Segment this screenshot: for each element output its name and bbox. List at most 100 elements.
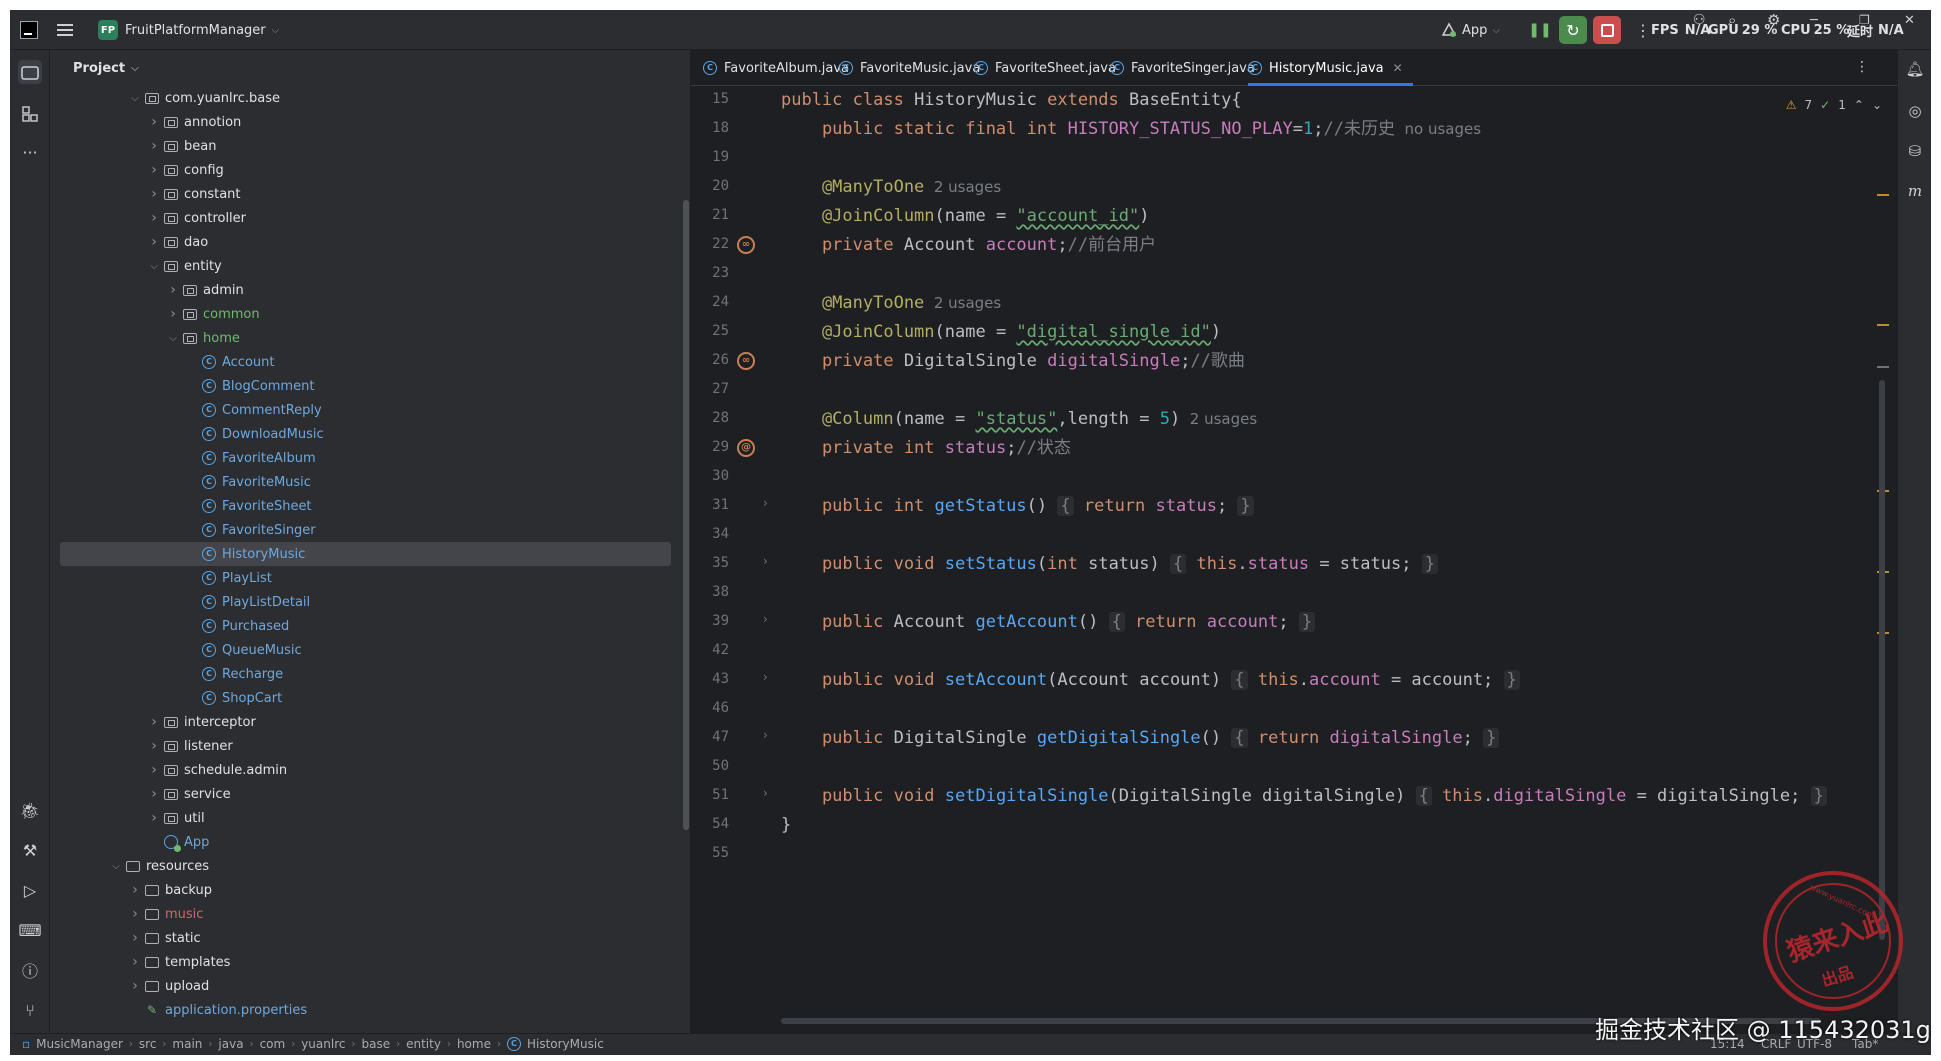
tree-item[interactable]: › music bbox=[60, 902, 671, 926]
tree-item[interactable]: › common bbox=[60, 302, 671, 326]
editor-tab[interactable]: C HistoryMusic.java ✕ bbox=[1248, 50, 1413, 86]
chevron-right-icon[interactable]: › bbox=[127, 954, 143, 970]
stop-button[interactable] bbox=[1593, 10, 1621, 50]
fold-chevron-icon[interactable]: › bbox=[763, 612, 768, 626]
line-number[interactable]: 47 bbox=[691, 729, 729, 745]
line-number[interactable]: 30 bbox=[691, 468, 729, 484]
chevron-right-icon[interactable]: › bbox=[146, 810, 162, 826]
chevron-right-icon[interactable]: › bbox=[146, 114, 162, 130]
fold-chevron-icon[interactable]: › bbox=[763, 670, 768, 684]
line-number[interactable]: 54 bbox=[691, 816, 729, 832]
line-number[interactable]: 50 bbox=[691, 758, 729, 774]
tree-item[interactable]: › controller bbox=[60, 206, 671, 230]
tree-item[interactable]: › util bbox=[60, 806, 671, 830]
run-tool-icon[interactable]: ▷ bbox=[18, 878, 42, 902]
database-icon[interactable]: ⛁ bbox=[1904, 140, 1926, 162]
tree-item[interactable]: › config bbox=[60, 158, 671, 182]
notifications-icon[interactable]: 🔔︎ bbox=[1904, 58, 1926, 80]
tree-item[interactable]: C BlogComment bbox=[60, 374, 671, 398]
project-scrollbar[interactable] bbox=[683, 200, 689, 830]
tree-item[interactable]: › backup bbox=[60, 878, 671, 902]
fold-chevron-icon[interactable]: › bbox=[763, 554, 768, 568]
fold-chevron-icon[interactable]: › bbox=[763, 496, 768, 510]
editor-tab[interactable]: C FavoriteMusic.java bbox=[839, 50, 990, 86]
warning-mark[interactable] bbox=[1877, 324, 1889, 326]
line-number[interactable]: 21 bbox=[691, 207, 729, 223]
tree-item[interactable]: C FavoriteSinger bbox=[60, 518, 671, 542]
chevron-right-icon[interactable]: › bbox=[146, 138, 162, 154]
line-number[interactable]: 22 bbox=[691, 236, 729, 252]
breadcrumb-item[interactable]: main bbox=[172, 1037, 202, 1051]
tree-item[interactable]: C QueueMusic bbox=[60, 638, 671, 662]
git-icon[interactable]: ⑂ bbox=[18, 998, 42, 1022]
line-number[interactable]: 43 bbox=[691, 671, 729, 687]
project-switcher[interactable]: FP FruitPlatformManager ⌵ bbox=[98, 10, 279, 50]
tree-item[interactable]: › listener bbox=[60, 734, 671, 758]
chevron-down-icon[interactable]: ⌵ bbox=[108, 861, 124, 872]
line-number[interactable]: 25 bbox=[691, 323, 729, 339]
tree-item[interactable]: C HistoryMusic bbox=[60, 542, 671, 566]
line-number[interactable]: 24 bbox=[691, 294, 729, 310]
more-actions-icon[interactable]: ⋮ bbox=[1635, 10, 1651, 50]
breadcrumb-item[interactable]: entity bbox=[406, 1037, 441, 1051]
tree-item[interactable]: › service bbox=[60, 782, 671, 806]
tree-item[interactable]: C DownloadMusic bbox=[60, 422, 671, 446]
line-number[interactable]: 42 bbox=[691, 642, 729, 658]
chevron-right-icon[interactable]: › bbox=[127, 978, 143, 994]
tree-item[interactable]: ⌵ com.yuanlrc.base bbox=[60, 86, 671, 110]
search-icon[interactable]: ⌕ bbox=[1728, 10, 1736, 40]
tree-item[interactable]: › schedule.admin bbox=[60, 758, 671, 782]
user-icon[interactable]: ⚇ bbox=[1693, 10, 1706, 40]
line-number[interactable]: 27 bbox=[691, 381, 729, 397]
chevron-down-icon[interactable]: ⌵ bbox=[127, 93, 143, 104]
tree-item[interactable]: › annotion bbox=[60, 110, 671, 134]
debug-icon[interactable]: 🐞︎ bbox=[18, 798, 42, 822]
chevron-right-icon[interactable]: › bbox=[165, 306, 181, 322]
tree-item[interactable]: › interceptor bbox=[60, 710, 671, 734]
column-mapping-icon[interactable]: @ bbox=[737, 439, 755, 457]
breadcrumb-item[interactable]: HistoryMusic bbox=[527, 1037, 604, 1051]
build-icon[interactable]: ⚒︎ bbox=[18, 838, 42, 862]
line-number[interactable]: 15 bbox=[691, 91, 729, 107]
tree-item[interactable]: › static bbox=[60, 926, 671, 950]
tree-item[interactable]: C PlayList bbox=[60, 566, 671, 590]
line-number[interactable]: 23 bbox=[691, 265, 729, 281]
prev-issue-icon[interactable]: ⌃ bbox=[1854, 98, 1864, 112]
line-number[interactable]: 35 bbox=[691, 555, 729, 571]
relation-mapping-icon[interactable]: ∞ bbox=[737, 352, 755, 370]
project-tool-icon[interactable] bbox=[18, 60, 42, 84]
tree-item[interactable]: C FavoriteSheet bbox=[60, 494, 671, 518]
line-number[interactable]: 29 bbox=[691, 439, 729, 455]
line-number[interactable]: 38 bbox=[691, 584, 729, 600]
tree-item[interactable]: C FavoriteMusic bbox=[60, 470, 671, 494]
minimize-button[interactable]: ─ bbox=[1810, 10, 1818, 40]
ide-logo-icon[interactable] bbox=[20, 10, 38, 50]
chevron-right-icon[interactable]: › bbox=[146, 786, 162, 802]
chevron-right-icon[interactable]: › bbox=[146, 186, 162, 202]
line-number[interactable]: 18 bbox=[691, 120, 729, 136]
chevron-right-icon[interactable]: › bbox=[146, 162, 162, 178]
tree-item[interactable]: ⌵ home bbox=[60, 326, 671, 350]
breadcrumb-item[interactable]: base bbox=[361, 1037, 390, 1051]
tab-menu-icon[interactable]: ⋮ bbox=[1855, 59, 1869, 75]
restore-button[interactable]: ❐ bbox=[1859, 10, 1870, 40]
editor-tab[interactable]: C FavoriteAlbum.java bbox=[703, 50, 859, 86]
line-number[interactable]: 39 bbox=[691, 613, 729, 629]
tree-item[interactable]: C FavoriteAlbum bbox=[60, 446, 671, 470]
fold-chevron-icon[interactable]: › bbox=[763, 786, 768, 800]
breadcrumb-item[interactable]: src bbox=[139, 1037, 157, 1051]
tree-item[interactable]: › admin bbox=[60, 278, 671, 302]
pause-button[interactable]: ❚❚ bbox=[1526, 10, 1554, 50]
tree-item[interactable]: C Purchased bbox=[60, 614, 671, 638]
line-number[interactable]: 55 bbox=[691, 845, 729, 861]
tree-item[interactable]: C CommentReply bbox=[60, 398, 671, 422]
chevron-right-icon[interactable]: › bbox=[127, 906, 143, 922]
chevron-down-icon[interactable]: ⌵ bbox=[165, 333, 181, 344]
maven-icon[interactable]: m bbox=[1904, 180, 1926, 202]
main-menu-button[interactable] bbox=[57, 10, 73, 50]
gear-icon[interactable]: ⚙ bbox=[1767, 10, 1780, 40]
tree-item[interactable]: ⌵ entity bbox=[60, 254, 671, 278]
editor-tab[interactable]: C FavoriteSheet.java bbox=[974, 50, 1126, 86]
rerun-button[interactable]: ↻ bbox=[1559, 10, 1587, 50]
line-number[interactable]: 28 bbox=[691, 410, 729, 426]
